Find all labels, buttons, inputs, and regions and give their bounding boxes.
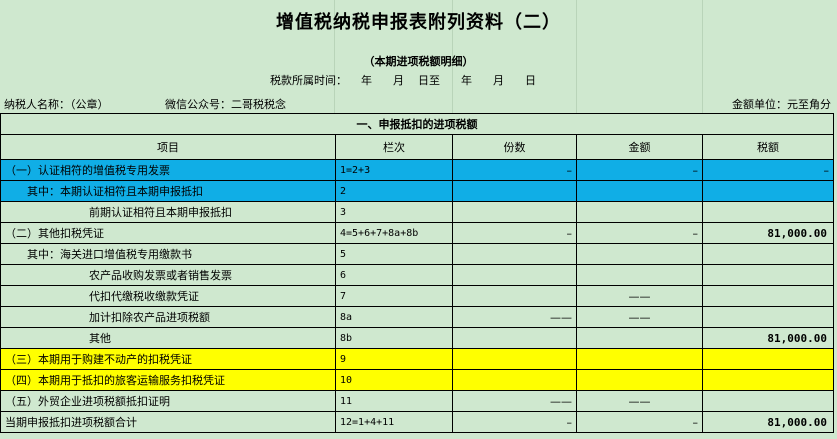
row-item-cell[interactable]: （五）外贸企业进项税额抵扣证明 <box>0 390 336 412</box>
row-item-cell[interactable]: （一）认证相符的增值税专用发票 <box>0 159 336 181</box>
row-count-cell[interactable] <box>452 285 577 307</box>
row-tax-cell[interactable]: 81,000.00 <box>702 411 834 433</box>
row-amount-cell[interactable] <box>576 264 703 286</box>
row-count-cell[interactable] <box>452 264 577 286</box>
row-item-cell[interactable]: （三）本期用于购建不动产的扣税凭证 <box>0 348 336 370</box>
row-item-cell[interactable]: 加计扣除农产品进项税额 <box>0 306 336 328</box>
table-row[interactable]: （五）外贸企业进项税额抵扣证明 11 —— —— <box>0 390 834 412</box>
row-count-cell[interactable]: – <box>452 411 577 433</box>
table-row[interactable]: 代扣代缴税收缴款凭证 7 —— <box>0 285 834 307</box>
row-tax-cell[interactable] <box>702 243 834 265</box>
row-amount-cell[interactable]: —— <box>576 285 703 307</box>
table-row[interactable]: 前期认证相符且本期申报抵扣 3 <box>0 201 834 223</box>
row-code-cell[interactable]: 2 <box>335 180 453 202</box>
col-header-tax: 税额 <box>702 134 834 160</box>
row-tax-cell[interactable] <box>702 306 834 328</box>
col-header-amount: 金额 <box>576 134 703 160</box>
table-row[interactable]: 其他 8b 81,000.00 <box>0 327 834 349</box>
row-count-cell[interactable] <box>452 201 577 223</box>
row-count-cell[interactable]: —— <box>452 390 577 412</box>
row-code-cell[interactable]: 6 <box>335 264 453 286</box>
table-row[interactable]: （三）本期用于购建不动产的扣税凭证 9 <box>0 348 834 370</box>
row-amount-cell[interactable] <box>576 180 703 202</box>
table-row[interactable]: （一）认证相符的增值税专用发票 1=2+3 – – – <box>0 159 834 181</box>
row-amount-cell[interactable] <box>576 243 703 265</box>
tax-period: 税款所属时间： 年 月 日至 年 月 日 <box>270 72 536 88</box>
input-tax-table: 一、申报抵扣的进项税额 项目 栏次 份数 金额 税额 （一）认证相符的增值税专用… <box>0 113 834 433</box>
row-count-cell[interactable] <box>452 243 577 265</box>
row-item-cell[interactable]: 当期申报抵扣进项税额合计 <box>0 411 336 433</box>
row-tax-cell[interactable]: – <box>702 159 834 181</box>
row-code-cell[interactable]: 9 <box>335 348 453 370</box>
wechat-label: 微信公众号：二哥税税念 <box>165 98 286 111</box>
row-amount-cell[interactable] <box>576 348 703 370</box>
row-count-cell[interactable] <box>452 369 577 391</box>
page-subtitle: （本期进项税额明细） <box>363 55 474 68</box>
row-tax-cell[interactable]: 81,000.00 <box>702 222 834 244</box>
row-item-cell[interactable]: 其他 <box>0 327 336 349</box>
row-item-cell[interactable]: （四）本期用于抵扣的旅客运输服务扣税凭证 <box>0 369 336 391</box>
row-amount-cell[interactable] <box>576 327 703 349</box>
col-header-count: 份数 <box>452 134 577 160</box>
row-tax-cell[interactable] <box>702 390 834 412</box>
row-tax-cell[interactable] <box>702 180 834 202</box>
row-item-cell[interactable]: 农产品收购发票或者销售发票 <box>0 264 336 286</box>
table-header-row: 项目 栏次 份数 金额 税额 <box>0 134 834 160</box>
row-code-cell[interactable]: 11 <box>335 390 453 412</box>
row-code-cell[interactable]: 7 <box>335 285 453 307</box>
row-amount-cell[interactable] <box>576 369 703 391</box>
row-item-cell[interactable]: 前期认证相符且本期申报抵扣 <box>0 201 336 223</box>
row-amount-cell[interactable]: – <box>576 411 703 433</box>
col-header-code: 栏次 <box>335 134 453 160</box>
row-code-cell[interactable]: 12=1+4+11 <box>335 411 453 433</box>
row-count-cell[interactable]: – <box>452 159 577 181</box>
period-year-1: 年 <box>361 74 372 87</box>
row-amount-cell[interactable]: —— <box>576 390 703 412</box>
table-row[interactable]: 加计扣除农产品进项税额 8a —— —— <box>0 306 834 328</box>
table-row[interactable]: 其中：海关进口增值税专用缴款书 5 <box>0 243 834 265</box>
row-count-cell[interactable]: —— <box>452 306 577 328</box>
row-tax-cell[interactable] <box>702 348 834 370</box>
table-row[interactable]: 农产品收购发票或者销售发票 6 <box>0 264 834 286</box>
row-item-cell[interactable]: （二）其他扣税凭证 <box>0 222 336 244</box>
row-item-cell[interactable]: 代扣代缴税收缴款凭证 <box>0 285 336 307</box>
row-item-cell[interactable]: 其中：海关进口增值税专用缴款书 <box>0 243 336 265</box>
period-day-to: 日至 <box>417 74 440 87</box>
col-header-item: 项目 <box>0 134 336 160</box>
row-code-cell[interactable]: 10 <box>335 369 453 391</box>
row-amount-cell[interactable] <box>576 201 703 223</box>
period-month-2: 月 <box>492 74 504 87</box>
period-year-2: 年 <box>460 74 472 87</box>
tax-period-label: 税款所属时间： <box>270 74 347 87</box>
row-count-cell[interactable] <box>452 180 577 202</box>
row-tax-cell[interactable] <box>702 285 834 307</box>
section-title: 一、申报抵扣的进项税额 <box>0 113 834 135</box>
row-tax-cell[interactable] <box>702 264 834 286</box>
row-count-cell[interactable] <box>452 348 577 370</box>
table-row[interactable]: （二）其他扣税凭证 4=5+6+7+8a+8b – – 81,000.00 <box>0 222 834 244</box>
period-month-1: 月 <box>392 74 404 87</box>
row-tax-cell[interactable] <box>702 369 834 391</box>
period-day-2: 日 <box>524 74 536 87</box>
row-code-cell[interactable]: 4=5+6+7+8a+8b <box>335 222 453 244</box>
page-title: 增值税纳税申报表附列资料（二） <box>276 12 561 33</box>
row-count-cell[interactable]: – <box>452 222 577 244</box>
table-row[interactable]: 当期申报抵扣进项税额合计 12=1+4+11 – – 81,000.00 <box>0 411 834 433</box>
row-code-cell[interactable]: 5 <box>335 243 453 265</box>
row-code-cell[interactable]: 8b <box>335 327 453 349</box>
row-amount-cell[interactable]: – <box>576 159 703 181</box>
row-code-cell[interactable]: 1=2+3 <box>335 159 453 181</box>
row-count-cell[interactable] <box>452 327 577 349</box>
row-code-cell[interactable]: 3 <box>335 201 453 223</box>
row-tax-cell[interactable] <box>702 201 834 223</box>
taxpayer-name-label: 纳税人名称：（公章） <box>4 98 109 111</box>
table-row[interactable]: 其中：本期认证相符且本期申报抵扣 2 <box>0 180 834 202</box>
row-item-cell[interactable]: 其中：本期认证相符且本期申报抵扣 <box>0 180 336 202</box>
unit-label: 金额单位：元至角分 <box>732 98 831 111</box>
table-row[interactable]: （四）本期用于抵扣的旅客运输服务扣税凭证 10 <box>0 369 834 391</box>
row-tax-cell[interactable]: 81,000.00 <box>702 327 834 349</box>
row-code-cell[interactable]: 8a <box>335 306 453 328</box>
row-amount-cell[interactable]: —— <box>576 306 703 328</box>
row-amount-cell[interactable]: – <box>576 222 703 244</box>
